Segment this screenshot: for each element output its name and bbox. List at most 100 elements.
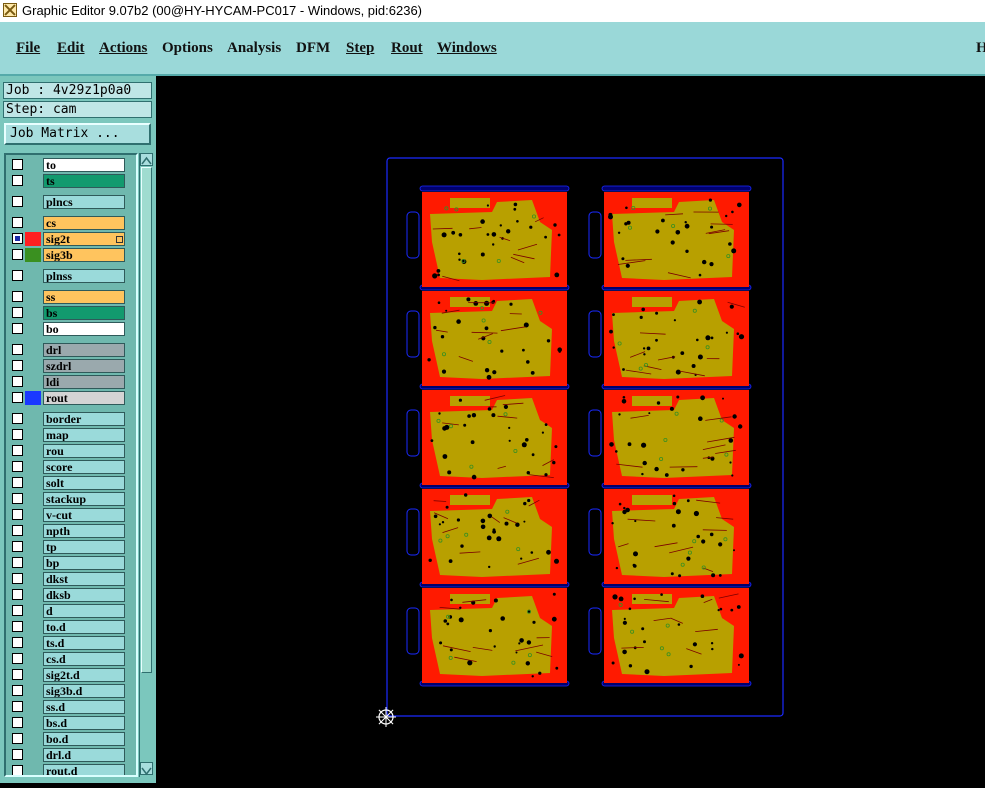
layer-row-drl.d[interactable]: drl.d (7, 748, 137, 762)
layer-name[interactable]: bo (43, 322, 125, 336)
layer-name[interactable]: ss (43, 290, 125, 304)
layer-row-to[interactable]: to (7, 158, 137, 172)
layer-name[interactable]: rou (43, 444, 125, 458)
layer-checkbox[interactable] (12, 685, 23, 696)
layer-name[interactable]: dksb (43, 588, 125, 602)
layer-row-ss[interactable]: ss (7, 290, 137, 304)
layer-checkbox[interactable] (12, 541, 23, 552)
layer-row-bo[interactable]: bo (7, 322, 137, 336)
layer-checkbox[interactable] (12, 323, 23, 334)
layer-name[interactable]: to (43, 158, 125, 172)
layer-row-d[interactable]: d (7, 604, 137, 618)
layer-name[interactable]: score (43, 460, 125, 474)
menu-actions[interactable]: Actions (99, 40, 147, 57)
layer-checkbox[interactable] (12, 445, 23, 456)
layer-row-cs[interactable]: cs (7, 216, 137, 230)
layer-checkbox[interactable] (12, 270, 23, 281)
layer-row-drl[interactable]: drl (7, 343, 137, 357)
layer-checkbox[interactable] (12, 159, 23, 170)
layer-checkbox[interactable] (12, 307, 23, 318)
layer-checkbox[interactable] (12, 344, 23, 355)
layer-row-ss.d[interactable]: ss.d (7, 700, 137, 714)
layer-name[interactable]: npth (43, 524, 125, 538)
layer-row-cs.d[interactable]: cs.d (7, 652, 137, 666)
layer-name[interactable]: sig2t (43, 232, 125, 246)
layer-row-map[interactable]: map (7, 428, 137, 442)
layer-checkbox[interactable] (12, 291, 23, 302)
scroll-thumb[interactable] (141, 167, 152, 673)
layer-name[interactable]: bs (43, 306, 125, 320)
layer-name[interactable]: rout.d (43, 764, 125, 777)
layer-name[interactable]: szdrl (43, 359, 125, 373)
layer-checkbox[interactable] (12, 376, 23, 387)
layer-checkbox[interactable] (12, 217, 23, 228)
layer-checkbox[interactable] (12, 765, 23, 776)
layer-row-rou[interactable]: rou (7, 444, 137, 458)
layer-name[interactable]: sig3b.d (43, 684, 125, 698)
layer-checkbox[interactable] (12, 637, 23, 648)
layer-row-szdrl[interactable]: szdrl (7, 359, 137, 373)
graphic-canvas[interactable] (156, 76, 985, 783)
layer-row-bo.d[interactable]: bo.d (7, 732, 137, 746)
layer-name[interactable]: border (43, 412, 125, 426)
layer-row-sig2t.d[interactable]: sig2t.d (7, 668, 137, 682)
layer-checkbox[interactable] (12, 733, 23, 744)
scroll-up-icon[interactable] (140, 153, 153, 166)
layer-checkbox[interactable] (12, 653, 23, 664)
layer-name[interactable]: sig3b (43, 248, 125, 262)
layer-checkbox[interactable] (12, 429, 23, 440)
layer-name[interactable]: dkst (43, 572, 125, 586)
menu-file[interactable]: File (16, 40, 40, 57)
layer-row-plnss[interactable]: plnss (7, 269, 137, 283)
layer-row-tp[interactable]: tp (7, 540, 137, 554)
layer-row-rout.d[interactable]: rout.d (7, 764, 137, 777)
job-matrix-button[interactable]: Job Matrix ... (4, 123, 151, 145)
layer-checkbox[interactable] (12, 557, 23, 568)
layer-list-scrollbar[interactable] (139, 153, 153, 777)
layer-row-bs.d[interactable]: bs.d (7, 716, 137, 730)
layer-name[interactable]: sig2t.d (43, 668, 125, 682)
layer-row-bs[interactable]: bs (7, 306, 137, 320)
layer-row-sig3b.d[interactable]: sig3b.d (7, 684, 137, 698)
layer-checkbox[interactable] (12, 249, 23, 260)
layer-checkbox[interactable] (12, 589, 23, 600)
layer-row-ts.d[interactable]: ts.d (7, 636, 137, 650)
layer-row-npth[interactable]: npth (7, 524, 137, 538)
layer-row-dksb[interactable]: dksb (7, 588, 137, 602)
layer-name[interactable]: bs.d (43, 716, 125, 730)
layer-checkbox[interactable] (12, 749, 23, 760)
layer-checkbox[interactable] (12, 196, 23, 207)
layer-name[interactable]: plncs (43, 195, 125, 209)
layer-name[interactable]: cs.d (43, 652, 125, 666)
layer-checkbox[interactable] (12, 621, 23, 632)
layer-checkbox[interactable] (12, 175, 23, 186)
menu-options[interactable]: Options (162, 40, 213, 57)
layer-name[interactable]: ldi (43, 375, 125, 389)
board-view[interactable] (156, 76, 985, 783)
layer-checkbox[interactable] (12, 605, 23, 616)
layer-name[interactable]: stackup (43, 492, 125, 506)
layer-name[interactable]: bp (43, 556, 125, 570)
layer-name[interactable]: drl.d (43, 748, 125, 762)
menu-windows[interactable]: Windows (437, 40, 497, 57)
layer-row-ldi[interactable]: ldi (7, 375, 137, 389)
layer-checkbox[interactable] (12, 477, 23, 488)
layer-name[interactable]: drl (43, 343, 125, 357)
layer-checkbox[interactable] (12, 461, 23, 472)
layer-row-to.d[interactable]: to.d (7, 620, 137, 634)
layer-checkbox[interactable] (12, 493, 23, 504)
layer-name[interactable]: ts (43, 174, 125, 188)
menu-dfm[interactable]: DFM (296, 40, 330, 57)
menu-rout[interactable]: Rout (391, 40, 423, 57)
layer-name[interactable]: map (43, 428, 125, 442)
layer-name[interactable]: cs (43, 216, 125, 230)
menu-analysis[interactable]: Analysis (227, 40, 281, 57)
layer-row-sig2t[interactable]: sig2t (7, 232, 137, 246)
menu-help[interactable]: H (976, 40, 985, 57)
layer-checkbox[interactable] (12, 392, 23, 403)
layer-row-stackup[interactable]: stackup (7, 492, 137, 506)
layer-row-dkst[interactable]: dkst (7, 572, 137, 586)
layer-name[interactable]: solt (43, 476, 125, 490)
layer-name[interactable]: ts.d (43, 636, 125, 650)
layer-checkbox[interactable] (12, 669, 23, 680)
